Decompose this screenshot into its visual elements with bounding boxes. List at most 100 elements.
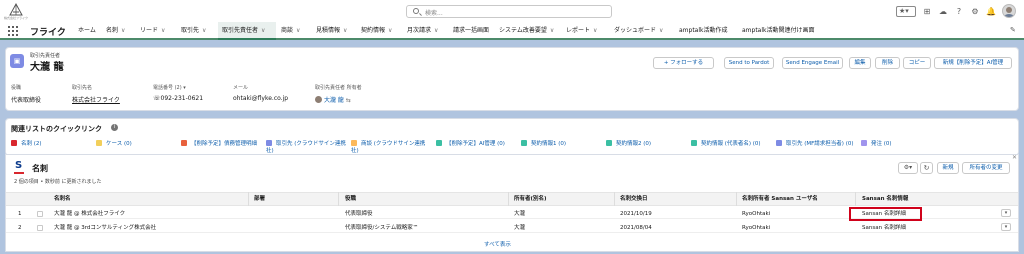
show-all-link[interactable]: すべて表示 (484, 240, 511, 248)
quick-link-icon (11, 140, 17, 146)
quick-link-label: 契約情報 (代表者名) (0) (701, 141, 761, 147)
row-actions-menu[interactable]: ▾ (1001, 223, 1011, 231)
column-divider (508, 192, 509, 206)
list-settings-button[interactable]: ⚙▾ (898, 162, 918, 174)
edit-button[interactable]: 編集 (849, 57, 871, 69)
highlight-value-account[interactable]: 株式会社フライク (72, 95, 120, 104)
row-owner-link[interactable]: 大瀧 (514, 208, 525, 220)
nav-item-business-cards[interactable]: 名刺 ∨ (106, 22, 125, 40)
phone-icon: ☏ (153, 95, 161, 102)
row-exchange-date: 2021/08/04 (620, 225, 652, 231)
follow-button[interactable]: + フォローする (653, 57, 714, 69)
search-icon (413, 8, 419, 14)
related-list-title: 名刺 (32, 164, 48, 173)
row-sansan-user: RyoOhtaki (742, 211, 771, 217)
row-card-name-link[interactable]: 大瀧 龍 @ 3rdコンサルティング株式会社 (54, 222, 156, 234)
quick-link-label: 【削除予定】AI管理 (0) (446, 141, 505, 147)
column-header-owner[interactable]: 所有者(別名) (514, 192, 547, 206)
hierarchy-icon[interactable]: ⩓ (61, 61, 64, 69)
column-divider (855, 192, 856, 206)
column-header-name[interactable]: 名刺名 (54, 192, 71, 206)
send-to-pardot-button[interactable]: Send to Pardot (724, 57, 774, 69)
quick-link-icon (776, 140, 782, 146)
app-launcher-icon[interactable] (8, 26, 18, 36)
record-name: 大瀧 龍 (30, 62, 64, 73)
nav-item-contracts[interactable]: 契約情報 ∨ (361, 22, 392, 40)
change-owner-button[interactable]: 所有者の変更 (962, 162, 1010, 174)
nav-item-reports[interactable]: レポート ∨ (566, 22, 597, 40)
owner-avatar (315, 96, 322, 103)
quick-link-label: ケース (0) (106, 141, 132, 147)
nav-item-bulk-billing[interactable]: 請求一括画面 (453, 22, 489, 40)
cloud-icon[interactable]: ☁ (938, 7, 948, 17)
info-icon[interactable]: i (111, 124, 118, 131)
favorites-button[interactable]: ★▾ (896, 6, 916, 17)
quick-link-label: 商談 (クラウドサイン連携社) (351, 141, 426, 154)
nav-item-amptalk-create[interactable]: amptalk活動作成 (679, 22, 728, 40)
delete-button[interactable]: 削除 (875, 57, 900, 69)
gear-icon[interactable]: ⚙ (970, 7, 980, 17)
highlight-value-title: 代表取締役 (11, 97, 42, 104)
nav-item-leads[interactable]: リード ∨ (140, 22, 165, 40)
column-divider (248, 192, 249, 206)
highlight-value-phone[interactable]: ☏092-231-0621 (153, 95, 203, 102)
global-search-input[interactable]: 検索... (406, 5, 612, 18)
quick-link-icon (606, 140, 612, 146)
user-avatar[interactable] (1002, 4, 1016, 18)
column-header-exchange-date[interactable]: 名刺交換日 (620, 192, 648, 206)
row-owner-link[interactable]: 大瀧 (514, 222, 525, 234)
copy-button[interactable]: コピー (903, 57, 931, 69)
nav-item-system-requests[interactable]: システム改善要望 ∨ (499, 22, 554, 40)
quick-link-icon (691, 140, 697, 146)
quick-link-icon (861, 140, 867, 146)
quick-link-label: 【削除予定】債務管理明細 (191, 141, 258, 147)
new-card-button[interactable]: 新規 (937, 162, 959, 174)
column-header-sansan-user[interactable]: 名刺所有者 Sansan ユーザ名 (742, 192, 818, 206)
close-icon[interactable]: ✕ (1012, 154, 1017, 161)
plus-icon[interactable]: ⊞ (922, 7, 932, 17)
column-header-department[interactable]: 部署 (254, 192, 265, 206)
row-card-name-link[interactable]: 大瀧 龍 @ 株式会社フライク (54, 208, 125, 220)
nav-item-quotes[interactable]: 見積情報 ∨ (316, 22, 347, 40)
edit-nav-icon[interactable]: ✎ (1010, 26, 1016, 34)
nav-item-home[interactable]: ホーム (78, 22, 96, 40)
logo-caption: 株式会社フライク (4, 16, 28, 20)
row-checkbox[interactable] (37, 225, 43, 231)
row-checkbox[interactable] (37, 211, 43, 217)
refresh-button[interactable]: ↻ (920, 162, 933, 174)
highlight-label-phone[interactable]: 電話番号 (2) ▾ (153, 84, 186, 91)
highlight-value-email[interactable]: ohtaki@flyke.co.jp (233, 95, 288, 102)
new-ai-management-button[interactable]: 新規【削除予定】AI管理 (934, 57, 1012, 69)
row-sansan-info-link[interactable]: Sansan 名刺詳細 (862, 222, 906, 234)
highlight-label-account: 取引先名 (72, 85, 93, 91)
row-actions-menu[interactable]: ▾ (1001, 209, 1011, 217)
nav-item-monthly-billing[interactable]: 月次請求 ∨ (407, 22, 438, 40)
highlight-value-owner[interactable]: 大瀧 龍 ⇆ (315, 95, 351, 104)
row-exchange-date: 2021/10/19 (620, 211, 652, 217)
row-number: 2 (18, 225, 22, 231)
quick-link-label: 取引先 (クラウドサイン連携社) (266, 141, 346, 154)
row-title: 代表取締役/システム戦略家™ (345, 225, 419, 231)
column-header-sansan-info[interactable]: Sansan 名刺情報 (862, 192, 908, 206)
search-placeholder: 検索... (425, 10, 443, 17)
help-icon[interactable]: ? (954, 7, 964, 17)
change-owner-icon[interactable]: ⇆ (346, 97, 351, 104)
quick-link-label: 取引先 (MF請求担当者) (0) (786, 141, 854, 147)
send-engage-email-button[interactable]: Send Engage Email (782, 57, 843, 69)
highlight-label-email: メール (233, 85, 249, 91)
quick-link-icon (521, 140, 527, 146)
column-header-title[interactable]: 役職 (345, 192, 356, 206)
nav-item-contacts[interactable]: 取引先責任者 ∨ (222, 22, 265, 40)
quick-link-label: 契約情報1 (0) (531, 141, 567, 147)
nav-item-amptalk-link[interactable]: amptalk活動関連付け画面 (742, 22, 815, 40)
nav-item-dashboards[interactable]: ダッシュボード ∨ (614, 22, 663, 40)
nav-item-accounts[interactable]: 取引先 ∨ (181, 22, 206, 40)
column-divider (614, 192, 615, 206)
column-divider (338, 192, 339, 206)
quick-link-icon (266, 140, 272, 146)
quick-link-icon (181, 140, 187, 146)
row-title: 代表取締役 (345, 211, 373, 217)
quick-link-icon (351, 140, 357, 146)
nav-item-opportunities[interactable]: 商談 ∨ (281, 22, 300, 40)
bell-icon[interactable]: 🔔 (986, 7, 996, 17)
